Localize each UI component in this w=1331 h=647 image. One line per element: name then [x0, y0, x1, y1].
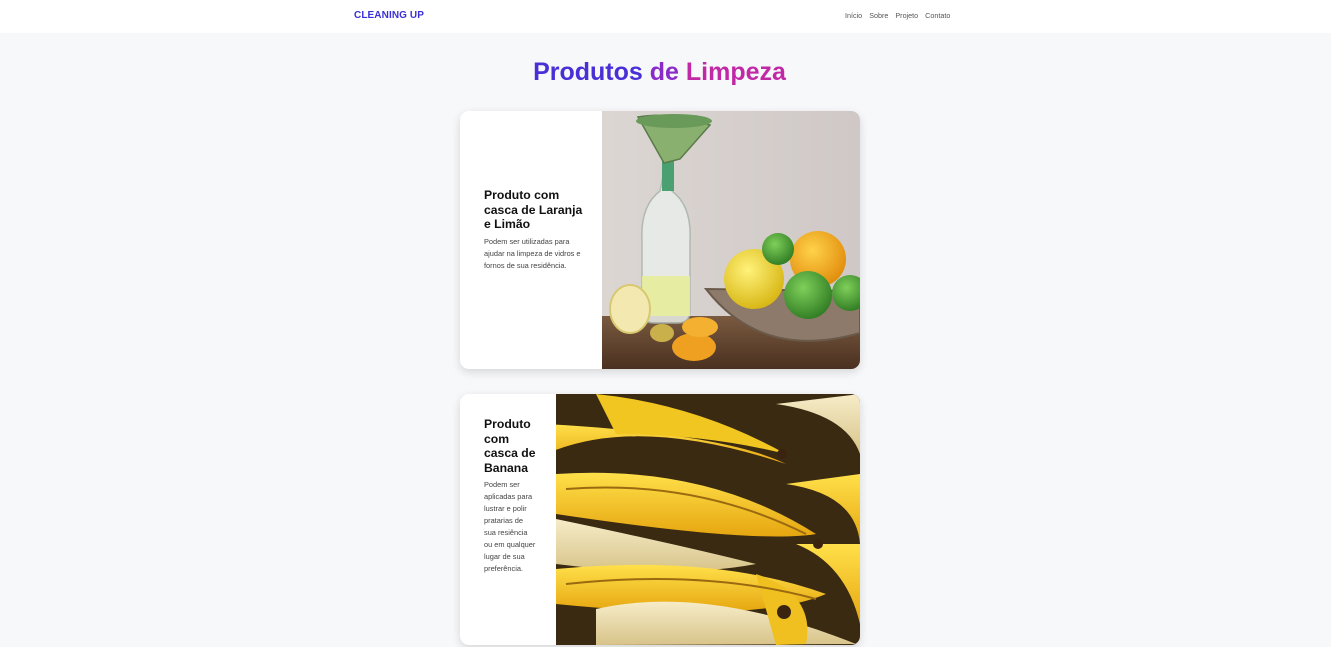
- brand-logo[interactable]: CLEANING UP: [354, 10, 424, 21]
- product-card-text: Produto com casca de Banana Podem ser ap…: [484, 417, 536, 575]
- product-description: Podem ser utilizadas para ajudar na limp…: [484, 236, 581, 270]
- nav-link-contato[interactable]: Contato: [925, 11, 950, 20]
- nav-links: Início Sobre Projeto Contato: [845, 11, 950, 20]
- page-title-word-2: de: [649, 58, 679, 86]
- banana-peels-photo: [556, 394, 860, 645]
- nav-link-inicio[interactable]: Início: [845, 11, 862, 20]
- banana-photo-illustration: [556, 394, 860, 645]
- product-card-banana: Produto com casca de Banana Podem ser ap…: [460, 394, 860, 645]
- product-card-text: Produto com casca de Laranja e Limão Pod…: [484, 188, 584, 272]
- page-title: Produtos de Limpeza: [0, 58, 1319, 87]
- product-description: Podem ser aplicadas para lustrar e polir…: [484, 480, 536, 573]
- page-title-word-3: Limpeza: [685, 58, 786, 86]
- navbar: CLEANING UP Início Sobre Projeto Contato: [0, 0, 1331, 33]
- product-title: Produto com casca de Laranja e Limão: [484, 188, 583, 231]
- product-title: Produto com casca de Banana: [484, 417, 536, 475]
- nav-link-sobre[interactable]: Sobre: [869, 11, 888, 20]
- citrus-peels-bottle-photo: [602, 111, 860, 369]
- citrus-photo-illustration: [602, 111, 860, 369]
- page-title-word-1: Produtos: [533, 58, 643, 86]
- nav-link-projeto[interactable]: Projeto: [895, 11, 918, 20]
- product-card-citrus: Produto com casca de Laranja e Limão Pod…: [460, 111, 860, 369]
